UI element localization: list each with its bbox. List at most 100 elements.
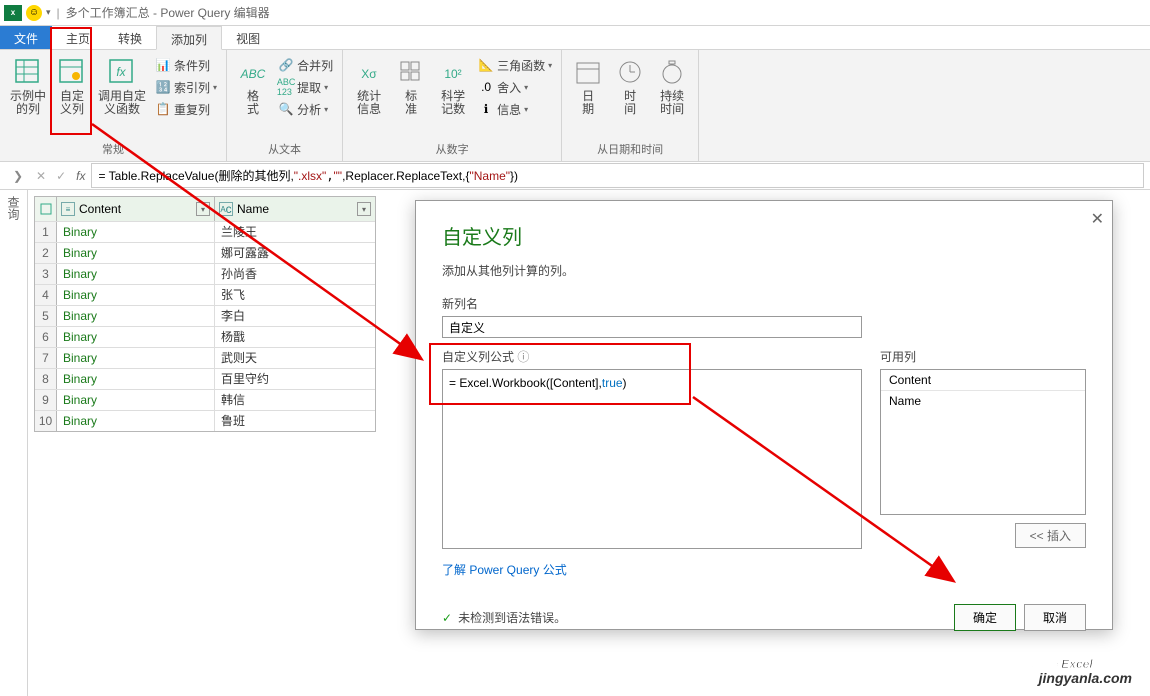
cell-content[interactable]: Binary: [57, 285, 215, 305]
row-number: 10: [35, 411, 57, 431]
cell-content[interactable]: Binary: [57, 327, 215, 347]
group-number: Xσ统计 信息 标 准 10²科学 记数 📐三角函数▾ .0舍入▾ ℹ信息▾ 从…: [343, 50, 562, 161]
group-general: 示例中 的列 自定 义列 fx调用自定 义函数 📊条件列 🔢索引列▾ 📋重复列 …: [0, 50, 227, 161]
group-text: ABC格 式 🔗合并列 ABC123提取▾ 🔍分析▾ 从文本: [227, 50, 343, 161]
table-row[interactable]: 1Binary兰陵王: [35, 221, 375, 242]
svg-text:ABC: ABC: [240, 67, 266, 81]
cell-name[interactable]: 韩信: [215, 390, 375, 410]
cell-content[interactable]: Binary: [57, 222, 215, 242]
duplicate-column-button[interactable]: 📋重复列: [152, 98, 220, 120]
cell-content[interactable]: Binary: [57, 390, 215, 410]
tab-home[interactable]: 主页: [52, 26, 104, 49]
tab-file[interactable]: 文件: [0, 26, 52, 49]
row-number: 1: [35, 222, 57, 242]
table-row[interactable]: 10Binary鲁班: [35, 410, 375, 431]
learn-more-link[interactable]: 了解 Power Query 公式: [442, 561, 567, 578]
cell-content[interactable]: Binary: [57, 306, 215, 326]
type-icon[interactable]: Ac: [219, 202, 233, 216]
rounding-button[interactable]: .0舍入▾: [475, 76, 555, 98]
cell-content[interactable]: Binary: [57, 243, 215, 263]
cell-name[interactable]: 百里守约: [215, 369, 375, 389]
list-item[interactable]: Content: [881, 370, 1085, 391]
table-row[interactable]: 7Binary武则天: [35, 347, 375, 368]
type-icon[interactable]: ≡: [61, 202, 75, 216]
qat-dropdown-icon[interactable]: ▾: [46, 7, 51, 18]
date-button[interactable]: 日 期: [568, 54, 608, 118]
grid-corner[interactable]: [35, 197, 57, 221]
filter-dropdown-icon[interactable]: ▾: [357, 202, 371, 216]
table-row[interactable]: 2Binary娜可露露: [35, 242, 375, 263]
table-row[interactable]: 6Binary杨戬: [35, 326, 375, 347]
custom-column-button[interactable]: 自定 义列: [52, 54, 92, 120]
column-header-name[interactable]: Ac Name ▾: [215, 197, 375, 221]
window-title: 多个工作簿汇总 - Power Query 编辑器: [66, 4, 270, 21]
cell-name[interactable]: 鲁班: [215, 411, 375, 431]
insert-button[interactable]: << 插入: [1015, 523, 1086, 548]
info-button[interactable]: ℹ信息▾: [475, 98, 555, 120]
table-row[interactable]: 5Binary李白: [35, 305, 375, 326]
formula-textarea[interactable]: = Excel.Workbook([Content],true): [442, 369, 862, 549]
group-datetime: 日 期 时 间 持续 时间 从日期和时间: [562, 50, 699, 161]
row-number: 3: [35, 264, 57, 284]
table-row[interactable]: 9Binary韩信: [35, 389, 375, 410]
tab-add-column[interactable]: 添加列: [156, 26, 222, 50]
cell-name[interactable]: 杨戬: [215, 327, 375, 347]
confirm-icon[interactable]: ✓: [56, 169, 66, 183]
cell-name[interactable]: 兰陵王: [215, 222, 375, 242]
available-columns-list[interactable]: Content Name: [880, 369, 1086, 515]
cell-content[interactable]: Binary: [57, 348, 215, 368]
table-row[interactable]: 4Binary张飞: [35, 284, 375, 305]
merge-columns-button[interactable]: 🔗合并列: [275, 54, 336, 76]
ribbon-tabs: 文件 主页 转换 添加列 视图: [0, 26, 1150, 50]
cell-name[interactable]: 张飞: [215, 285, 375, 305]
format-button[interactable]: ABC格 式: [233, 54, 273, 120]
svg-text:Xσ: Xσ: [361, 67, 377, 81]
extract-button[interactable]: ABC123提取▾: [275, 76, 336, 98]
invoke-function-button[interactable]: fx调用自定 义函数: [94, 54, 150, 120]
cell-content[interactable]: Binary: [57, 411, 215, 431]
filter-dropdown-icon[interactable]: ▾: [196, 202, 210, 216]
parse-button[interactable]: 🔍分析▾: [275, 98, 336, 120]
expand-pane-icon[interactable]: ❯: [6, 169, 30, 183]
new-name-input[interactable]: [442, 316, 862, 338]
ok-button[interactable]: 确定: [954, 604, 1016, 631]
standard-button[interactable]: 标 准: [391, 54, 431, 120]
cell-name[interactable]: 李白: [215, 306, 375, 326]
cell-content[interactable]: Binary: [57, 369, 215, 389]
row-number: 2: [35, 243, 57, 263]
trig-button[interactable]: 📐三角函数▾: [475, 54, 555, 76]
row-number: 9: [35, 390, 57, 410]
row-number: 5: [35, 306, 57, 326]
grid-header: ≡ Content ▾ Ac Name ▾: [35, 197, 375, 221]
custom-column-dialog: ✕ 自定义列 添加从其他列计算的列。 新列名 自定义列公式 ⓘ = Excel.…: [415, 200, 1113, 630]
index-column-button[interactable]: 🔢索引列▾: [152, 76, 220, 98]
time-button[interactable]: 时 间: [610, 54, 650, 118]
row-number: 7: [35, 348, 57, 368]
statistics-button[interactable]: Xσ统计 信息: [349, 54, 389, 120]
formula-input[interactable]: = Table.ReplaceValue(删除的其他列,".xlsx","",R…: [91, 163, 1144, 188]
formula-icons: ✕ ✓ fx: [36, 169, 85, 183]
cell-name[interactable]: 孙尚香: [215, 264, 375, 284]
list-item[interactable]: Name: [881, 391, 1085, 411]
cell-name[interactable]: 娜可露露: [215, 243, 375, 263]
cell-name[interactable]: 武则天: [215, 348, 375, 368]
close-icon[interactable]: ✕: [1091, 209, 1104, 229]
column-header-content[interactable]: ≡ Content ▾: [57, 197, 215, 221]
cell-content[interactable]: Binary: [57, 264, 215, 284]
tab-transform[interactable]: 转换: [104, 26, 156, 49]
ribbon: 示例中 的列 自定 义列 fx调用自定 义函数 📊条件列 🔢索引列▾ 📋重复列 …: [0, 50, 1150, 162]
column-from-example-button[interactable]: 示例中 的列: [6, 54, 50, 120]
row-number: 8: [35, 369, 57, 389]
queries-pane-collapsed[interactable]: 查询: [0, 190, 28, 696]
table-row[interactable]: 3Binary孙尚香: [35, 263, 375, 284]
status-message: 未检测到语法错误。: [458, 609, 566, 626]
table-row[interactable]: 8Binary百里守约: [35, 368, 375, 389]
conditional-column-button[interactable]: 📊条件列: [152, 54, 220, 76]
cancel-icon[interactable]: ✕: [36, 169, 46, 183]
fx-icon[interactable]: fx: [76, 169, 85, 183]
duration-button[interactable]: 持续 时间: [652, 54, 692, 118]
tab-view[interactable]: 视图: [222, 26, 274, 49]
scientific-button[interactable]: 10²科学 记数: [433, 54, 473, 120]
cancel-button[interactable]: 取消: [1024, 604, 1086, 631]
available-columns-label: 可用列: [880, 348, 1086, 365]
